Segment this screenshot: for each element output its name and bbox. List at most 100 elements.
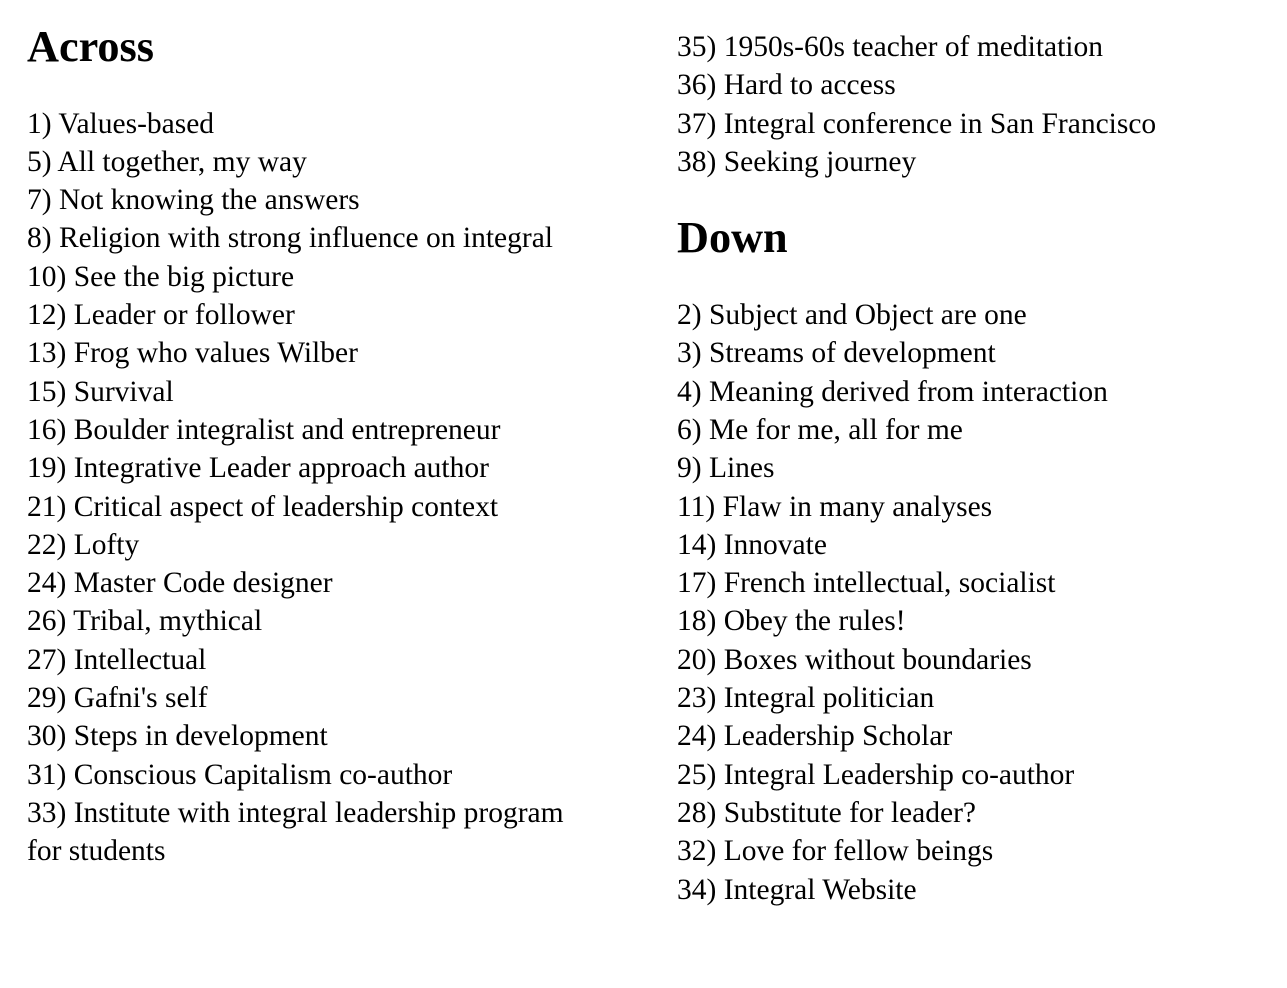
across-clue: 24) Master Code designer bbox=[27, 564, 587, 602]
clue-number: 17) bbox=[677, 567, 717, 600]
clue-text: 1950s-60s teacher of meditation bbox=[723, 31, 1103, 63]
clue-text: Lofty bbox=[73, 528, 140, 561]
clue-text: Tribal, mythical bbox=[73, 605, 263, 638]
clue-text: Integral Website bbox=[723, 873, 917, 906]
across-clue: 13) Frog who values Wilber bbox=[27, 334, 587, 372]
down-clue: 28) Substitute for leader? bbox=[677, 794, 1277, 832]
down-clue: 11) Flaw in many analyses bbox=[677, 488, 1277, 526]
clue-text: Subject and Object are one bbox=[708, 299, 1027, 332]
clue-number: 9) bbox=[677, 452, 702, 485]
clue-number: 38) bbox=[677, 145, 717, 178]
clue-text: Seeking journey bbox=[723, 145, 917, 178]
across-clue: 22) Lofty bbox=[27, 526, 587, 564]
clue-number: 34) bbox=[677, 873, 717, 906]
clue-number: 7) bbox=[27, 184, 52, 217]
clue-number: 10) bbox=[27, 260, 67, 293]
down-clue: 17) French intellectual, socialist bbox=[677, 564, 1277, 602]
clue-text: All together, my way bbox=[57, 145, 307, 178]
clue-number: 28) bbox=[677, 796, 717, 829]
clue-text: Religion with strong influence on integr… bbox=[58, 222, 553, 255]
left-column: Across 1) Values-based 5) All together, m… bbox=[27, 24, 587, 871]
clue-text: Integral Leadership co-author bbox=[723, 758, 1075, 791]
across-clue: 16) Boulder integralist and entrepreneur bbox=[27, 411, 587, 449]
clue-text: Values-based bbox=[58, 107, 215, 140]
clue-number: 32) bbox=[677, 835, 717, 868]
down-clue: 3) Streams of development bbox=[677, 334, 1277, 372]
clue-number: 3) bbox=[677, 337, 702, 370]
across-clue: 7) Not knowing the answers bbox=[27, 181, 587, 219]
across-clue: 15) Survival bbox=[27, 373, 587, 411]
clue-text: Gafni's self bbox=[73, 682, 208, 715]
clue-number: 24) bbox=[27, 567, 67, 600]
down-clue-list: 2) Subject and Object are one 3) Streams … bbox=[677, 296, 1277, 909]
down-clue: 23) Integral politician bbox=[677, 679, 1277, 717]
down-heading: Down bbox=[677, 213, 788, 263]
clue-text: Love for fellow beings bbox=[723, 835, 994, 868]
clue-number: 33) bbox=[27, 796, 67, 829]
across-clue: 29) Gafni's self bbox=[27, 679, 587, 717]
across-clue-list: 1) Values-based 5) All together, my way 7)… bbox=[27, 105, 587, 871]
across-clue: 10) See the big picture bbox=[27, 258, 587, 296]
down-clue: 4) Meaning derived from interaction bbox=[677, 373, 1277, 411]
clue-text: Leadership Scholar bbox=[723, 720, 953, 753]
clue-text: Integrative Leader approach author bbox=[73, 452, 489, 485]
clue-number: 1) bbox=[27, 107, 52, 140]
clue-number: 2) bbox=[677, 299, 702, 332]
clue-number: 22) bbox=[27, 528, 67, 561]
down-clue: 2) Subject and Object are one bbox=[677, 296, 1277, 334]
clue-text: Streams of development bbox=[708, 337, 996, 370]
clue-number: 11) bbox=[677, 490, 716, 523]
across-clue: 19) Integrative Leader approach author bbox=[27, 449, 587, 487]
clue-text: Obey the rules! bbox=[723, 605, 906, 638]
clue-text: Not knowing the answers bbox=[58, 184, 360, 217]
clue-number: 16) bbox=[27, 413, 67, 446]
across-clue: 5) All together, my way bbox=[27, 143, 587, 181]
clue-text: Master Code designer bbox=[73, 567, 333, 600]
clue-number: 14) bbox=[677, 528, 717, 561]
across-clue: 33) Institute with integral leadership p… bbox=[27, 794, 587, 871]
across-clue: 26) Tribal, mythical bbox=[27, 602, 587, 640]
down-clue: 9) Lines bbox=[677, 449, 1277, 487]
across-clue: 35) 1950s-60s teacher of meditation bbox=[677, 28, 1277, 66]
clue-text: Intellectual bbox=[73, 643, 207, 676]
down-clue: 20) Boxes without boundaries bbox=[677, 641, 1277, 679]
clue-text: French intellectual, socialist bbox=[723, 567, 1056, 600]
clue-text: Flaw in many analyses bbox=[722, 490, 993, 523]
across-clue-list-continued: 35) 1950s-60s teacher of meditation 36) H… bbox=[677, 28, 1277, 181]
down-clue: 34) Integral Website bbox=[677, 871, 1277, 909]
clue-number: 24) bbox=[677, 720, 717, 753]
across-clue: 1) Values-based bbox=[27, 105, 587, 143]
clue-number: 5) bbox=[27, 145, 52, 178]
clue-text: Substitute for leader? bbox=[723, 796, 977, 829]
clue-text: Me for me, all for me bbox=[708, 413, 963, 446]
clue-text: Boulder integralist and entrepreneur bbox=[73, 413, 501, 446]
down-clue: 14) Innovate bbox=[677, 526, 1277, 564]
clue-text: Conscious Capitalism co-author bbox=[73, 758, 453, 791]
clue-number: 23) bbox=[677, 682, 717, 715]
down-clue: 32) Love for fellow beings bbox=[677, 832, 1277, 870]
clue-text: Integral conference in San Francisco bbox=[723, 107, 1157, 140]
clue-text: Survival bbox=[73, 375, 174, 408]
clue-text: Critical aspect of leadership context bbox=[73, 490, 499, 523]
across-clue: 12) Leader or follower bbox=[27, 296, 587, 334]
clue-number: 13) bbox=[27, 337, 67, 370]
clue-number: 19) bbox=[27, 452, 67, 485]
clue-text: Leader or follower bbox=[73, 299, 295, 332]
clue-number: 6) bbox=[677, 413, 702, 446]
clue-text: Hard to access bbox=[723, 69, 896, 102]
down-clue: 6) Me for me, all for me bbox=[677, 411, 1277, 449]
clue-number: 35) bbox=[677, 31, 717, 63]
clue-text: Meaning derived from interaction bbox=[708, 375, 1108, 408]
clue-number: 21) bbox=[27, 490, 67, 523]
across-clue: 36) Hard to access bbox=[677, 66, 1277, 104]
clue-text: Steps in development bbox=[73, 720, 328, 753]
clue-text: Innovate bbox=[723, 528, 827, 561]
across-clue: 38) Seeking journey bbox=[677, 143, 1277, 181]
clue-number: 20) bbox=[677, 643, 717, 676]
down-clue: 24) Leadership Scholar bbox=[677, 717, 1277, 755]
across-clue: 37) Integral conference in San Francisco bbox=[677, 105, 1277, 143]
across-clue: 27) Intellectual bbox=[27, 641, 587, 679]
clue-number: 15) bbox=[27, 375, 67, 408]
across-clue: 31) Conscious Capitalism co-author bbox=[27, 756, 587, 794]
